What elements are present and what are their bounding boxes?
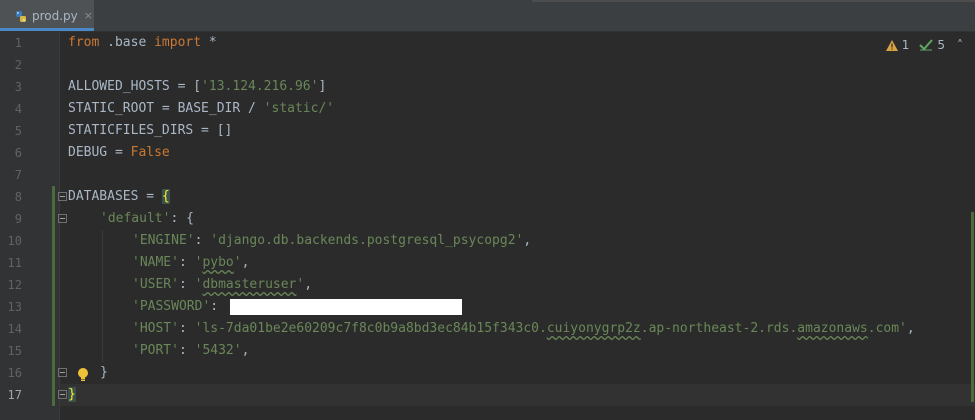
tab-label: prod.py <box>32 8 78 23</box>
code-text: : <box>210 299 226 314</box>
gutter-border <box>59 32 60 420</box>
fold-collapse-icon[interactable] <box>58 192 67 201</box>
code-line-1: from .base import * <box>68 32 968 54</box>
line-number: 13 <box>7 300 22 314</box>
code-editor[interactable]: from .base import * ALLOWED_HOSTS = ['13… <box>68 32 968 420</box>
string-literal: 'django.db.backends.postgresql_psycopg2' <box>210 233 524 248</box>
typo-word: cuiyonygrp2z <box>546 321 641 336</box>
code-text: : <box>178 321 195 336</box>
code-text: ] <box>318 79 327 94</box>
code-text: ALLOWED_HOSTS = [ <box>68 79 202 94</box>
code-text: STATIC_ROOT = BASE_DIR / <box>68 101 264 116</box>
line-number: 10 <box>7 234 22 248</box>
string-literal: .ap-northeast-2.rds. <box>640 321 798 336</box>
code-line-5: STATICFILES_DIRS = [] <box>68 120 968 142</box>
code-text: , <box>241 343 250 358</box>
line-number: 9 <box>14 212 22 226</box>
code-text: , <box>523 233 532 248</box>
string-literal: 'NAME' <box>132 255 179 270</box>
code-text: : <box>194 233 211 248</box>
string-literal: ' <box>233 255 242 270</box>
code-text: : <box>178 255 195 270</box>
code-text: , <box>304 277 313 292</box>
redacted-password <box>229 298 462 315</box>
keyword: False <box>130 145 170 160</box>
line-number: 11 <box>7 256 22 270</box>
code-line-15: 'PORT': '5432', <box>132 340 975 362</box>
string-literal: 'PORT' <box>132 343 179 358</box>
code-text: STATICFILES_DIRS = [] <box>68 123 233 138</box>
typo-word: pybo <box>202 255 234 270</box>
code-line-11: 'NAME': 'pybo', <box>132 252 975 274</box>
string-literal: '5432' <box>194 343 242 358</box>
string-literal: '13.124.216.96' <box>201 79 319 94</box>
code-line-9: 'default': { <box>100 208 975 230</box>
code-text: , <box>241 255 250 270</box>
code-text: } <box>100 365 108 380</box>
string-literal: 'ls-7da01be2e60209c7f8c0b9a8bd3ec84b15f3… <box>194 321 547 336</box>
code-line-13: 'PASSWORD': <box>132 296 975 318</box>
vcs-change-marker[interactable] <box>52 186 55 406</box>
code-text: : { <box>170 211 194 226</box>
code-text: .base <box>99 35 155 50</box>
line-number: 12 <box>7 278 22 292</box>
code-text: : <box>178 277 195 292</box>
matched-brace: } <box>68 387 76 402</box>
code-text: , <box>906 321 915 336</box>
typo-word: amazonaws <box>797 321 868 336</box>
string-literal: 'USER' <box>132 277 179 292</box>
line-number: 6 <box>14 146 22 160</box>
string-literal: 'static/' <box>263 101 335 116</box>
code-line-8: DATABASES = { <box>68 186 968 208</box>
line-number: 1 <box>14 36 22 50</box>
keyword: from <box>68 35 100 50</box>
matched-brace: { <box>161 189 170 204</box>
editor-tab-bar: prod.py × <box>0 0 975 32</box>
line-number: 5 <box>14 124 22 138</box>
fold-end-icon[interactable] <box>58 390 67 399</box>
code-line-4: STATIC_ROOT = BASE_DIR / 'static/' <box>68 98 968 120</box>
line-number: 2 <box>14 58 22 72</box>
close-icon[interactable]: × <box>84 9 93 22</box>
code-line-10: 'ENGINE': 'django.db.backends.postgresql… <box>132 230 975 252</box>
string-literal: 'ENGINE' <box>132 233 195 248</box>
code-line-12: 'USER': 'dbmasteruser', <box>132 274 975 296</box>
fold-collapse-icon[interactable] <box>58 214 67 223</box>
line-number: 3 <box>14 80 22 94</box>
code-line-6: DEBUG = False <box>68 142 968 164</box>
code-text: DATABASES = <box>68 189 162 204</box>
line-number: 14 <box>7 322 22 336</box>
string-literal: 'default' <box>100 211 171 226</box>
tab-prod-py[interactable]: prod.py × <box>0 0 94 31</box>
code-text: * <box>201 35 217 50</box>
line-number-current: 17 <box>7 388 22 402</box>
line-number: 8 <box>14 190 22 204</box>
code-line-14: 'HOST': 'ls-7da01be2e60209c7f8c0b9a8bd3e… <box>132 318 975 340</box>
line-number: 4 <box>14 102 22 116</box>
keyword: import <box>154 35 202 50</box>
line-number: 16 <box>7 366 22 380</box>
active-tab-indicator <box>0 28 94 31</box>
code-line-3: ALLOWED_HOSTS = ['13.124.216.96'] <box>68 76 968 98</box>
python-file-icon <box>14 9 28 23</box>
tab-bar-top-line <box>532 0 975 2</box>
line-number: 7 <box>14 168 22 182</box>
typo-word: dbmasteruser <box>202 277 297 292</box>
code-line-16: } <box>100 362 975 384</box>
code-line-17: } <box>68 384 968 406</box>
fold-end-icon[interactable] <box>58 368 67 377</box>
code-text: DEBUG = <box>68 145 131 160</box>
line-number: 15 <box>7 344 22 358</box>
code-text: : <box>178 343 195 358</box>
string-literal: 'PASSWORD' <box>132 299 211 314</box>
string-literal: .com' <box>867 321 907 336</box>
string-literal: 'HOST' <box>132 321 179 336</box>
